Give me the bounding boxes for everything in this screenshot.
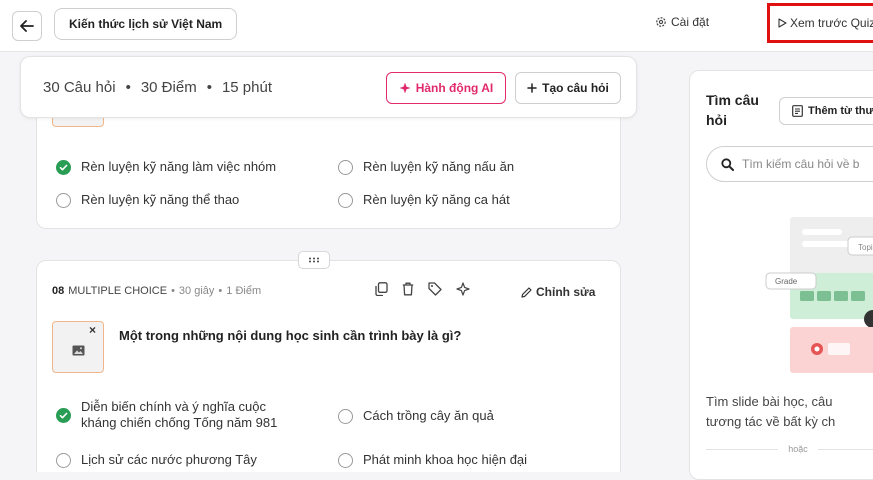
question-toolbar bbox=[375, 282, 470, 296]
drag-dots-icon bbox=[309, 257, 319, 263]
description-line: tương tác về bất kỳ ch bbox=[706, 414, 836, 429]
question-number: 08 bbox=[52, 285, 65, 297]
question-card-8: 08 MULTIPLE CHOICE • 30 giây • 1 Điểm Ch… bbox=[36, 260, 621, 472]
library-icon bbox=[792, 105, 803, 117]
answer-option[interactable]: Rèn luyện kỹ năng ca hát bbox=[338, 192, 510, 208]
top-bar: Kiến thức lịch sử Việt Nam Cài đặt Xem t… bbox=[0, 0, 873, 52]
radio-icon bbox=[338, 193, 353, 208]
correct-check-icon bbox=[56, 160, 71, 175]
question-editor: 30 Câu hỏi • 30 Điểm • 15 phút Hành động… bbox=[0, 52, 665, 472]
edit-question-button[interactable]: Chỉnh sửa bbox=[521, 285, 595, 299]
arrow-left-icon bbox=[20, 20, 34, 32]
preview-quiz-button[interactable]: Xem trước Quiz bbox=[767, 3, 873, 43]
image-icon bbox=[72, 345, 85, 356]
answer-text: Rèn luyện kỹ năng nấu ăn bbox=[363, 159, 515, 174]
search-illustration: Topi Grade bbox=[690, 211, 873, 381]
sparkle-outline-icon[interactable] bbox=[456, 282, 470, 296]
play-icon bbox=[778, 18, 787, 28]
question-search-input[interactable]: Tìm kiếm câu hỏi về b bbox=[706, 146, 873, 182]
quiz-stats: 30 Câu hỏi • 30 Điểm • 15 phút bbox=[43, 79, 272, 96]
panel-description: Tìm slide bài học, câu tương tác về bất … bbox=[706, 392, 835, 432]
quiz-summary-bar: 30 Câu hỏi • 30 Điểm • 15 phút Hành động… bbox=[20, 56, 637, 118]
tag-icon[interactable] bbox=[428, 282, 442, 296]
answer-text: Diễn biến chính và ý nghĩa cuộc kháng ch… bbox=[81, 399, 278, 430]
answer-option[interactable]: Phát minh khoa học hiện đại bbox=[338, 452, 527, 468]
radio-icon bbox=[56, 193, 71, 208]
edit-label: Chỉnh sửa bbox=[536, 285, 596, 299]
back-button[interactable] bbox=[12, 11, 42, 41]
find-questions-panel: Tìm câu hỏi Thêm từ thư Tìm kiếm câu hỏi… bbox=[689, 70, 873, 480]
question-image-placeholder[interactable] bbox=[52, 321, 104, 373]
question-meta: 08 MULTIPLE CHOICE • 30 giây • 1 Điểm bbox=[52, 285, 261, 297]
divider-line bbox=[706, 448, 779, 450]
answer-text: Rèn luyện kỹ năng ca hát bbox=[363, 192, 510, 207]
copy-icon[interactable] bbox=[375, 282, 388, 296]
separator: • bbox=[218, 285, 223, 297]
trash-icon[interactable] bbox=[402, 282, 414, 296]
add-from-library-button[interactable]: Thêm từ thư bbox=[779, 97, 873, 125]
library-label: Thêm từ thư bbox=[808, 105, 873, 117]
ai-action-button[interactable]: Hành động AI bbox=[386, 72, 506, 104]
preview-label: Xem trước Quiz bbox=[790, 16, 873, 30]
radio-icon bbox=[338, 160, 353, 175]
pencil-icon bbox=[521, 286, 532, 298]
points-total: 30 Điểm bbox=[140, 79, 197, 96]
quiz-title[interactable]: Kiến thức lịch sử Việt Nam bbox=[54, 8, 238, 40]
duration: 15 phút bbox=[221, 79, 272, 96]
answer-text: Lịch sử các nước phương Tây bbox=[81, 452, 257, 467]
illustration-grade-tag: Grade bbox=[775, 277, 798, 286]
answer-text: Phát minh khoa học hiện đại bbox=[363, 452, 528, 467]
separator: • bbox=[125, 79, 131, 96]
ai-action-label: Hành động AI bbox=[415, 81, 494, 95]
correct-check-icon bbox=[56, 408, 71, 423]
create-question-button[interactable]: Tạo câu hỏi bbox=[515, 72, 621, 104]
answer-text: Rèn luyện kỹ năng làm việc nhóm bbox=[81, 159, 277, 174]
create-question-label: Tạo câu hỏi bbox=[542, 81, 609, 95]
illustration-topic-tag: Topi bbox=[858, 243, 873, 252]
answer-option[interactable]: Cách trồng cây ăn quả bbox=[338, 408, 494, 424]
remove-image-icon[interactable]: × bbox=[89, 323, 96, 337]
plus-icon bbox=[527, 83, 537, 93]
description-line: Tìm slide bài học, câu bbox=[706, 394, 833, 409]
question-time: 30 giây bbox=[178, 285, 215, 297]
sparkle-icon bbox=[399, 82, 411, 94]
radio-icon bbox=[56, 453, 71, 468]
question-type: MULTIPLE CHOICE bbox=[68, 285, 168, 297]
answer-option[interactable]: Rèn luyện kỹ năng thể thao bbox=[56, 192, 239, 208]
panel-title: Tìm câu hỏi bbox=[706, 92, 759, 128]
answer-text: Rèn luyện kỹ năng thể thao bbox=[81, 192, 240, 207]
question-points: 1 Điểm bbox=[226, 285, 262, 297]
answer-text: Cách trồng cây ăn quả bbox=[363, 408, 494, 423]
answer-option[interactable]: Diễn biến chính và ý nghĩa cuộc kháng ch… bbox=[56, 399, 296, 431]
search-placeholder: Tìm kiếm câu hỏi về b bbox=[742, 157, 860, 171]
question-text[interactable]: Một trong những nội dung học sinh cần tr… bbox=[119, 328, 461, 343]
answer-option[interactable]: Rèn luyện kỹ năng nấu ăn bbox=[338, 159, 514, 175]
divider-line bbox=[817, 448, 873, 450]
search-icon bbox=[721, 157, 734, 171]
or-label: hoặc bbox=[788, 444, 808, 454]
drag-handle[interactable] bbox=[298, 251, 330, 269]
radio-icon bbox=[338, 409, 353, 424]
separator: • bbox=[206, 79, 212, 96]
answer-option[interactable]: Rèn luyện kỹ năng làm việc nhóm bbox=[56, 159, 276, 175]
answer-option[interactable]: Lịch sử các nước phương Tây bbox=[56, 452, 257, 468]
question-count: 30 Câu hỏi bbox=[43, 79, 116, 96]
settings-label: Cài đặt bbox=[671, 15, 710, 29]
settings-button[interactable]: Cài đặt bbox=[655, 15, 709, 29]
radio-icon bbox=[338, 453, 353, 468]
separator: • bbox=[171, 285, 175, 297]
gear-icon bbox=[656, 17, 666, 27]
or-divider: hoặc bbox=[706, 444, 873, 454]
